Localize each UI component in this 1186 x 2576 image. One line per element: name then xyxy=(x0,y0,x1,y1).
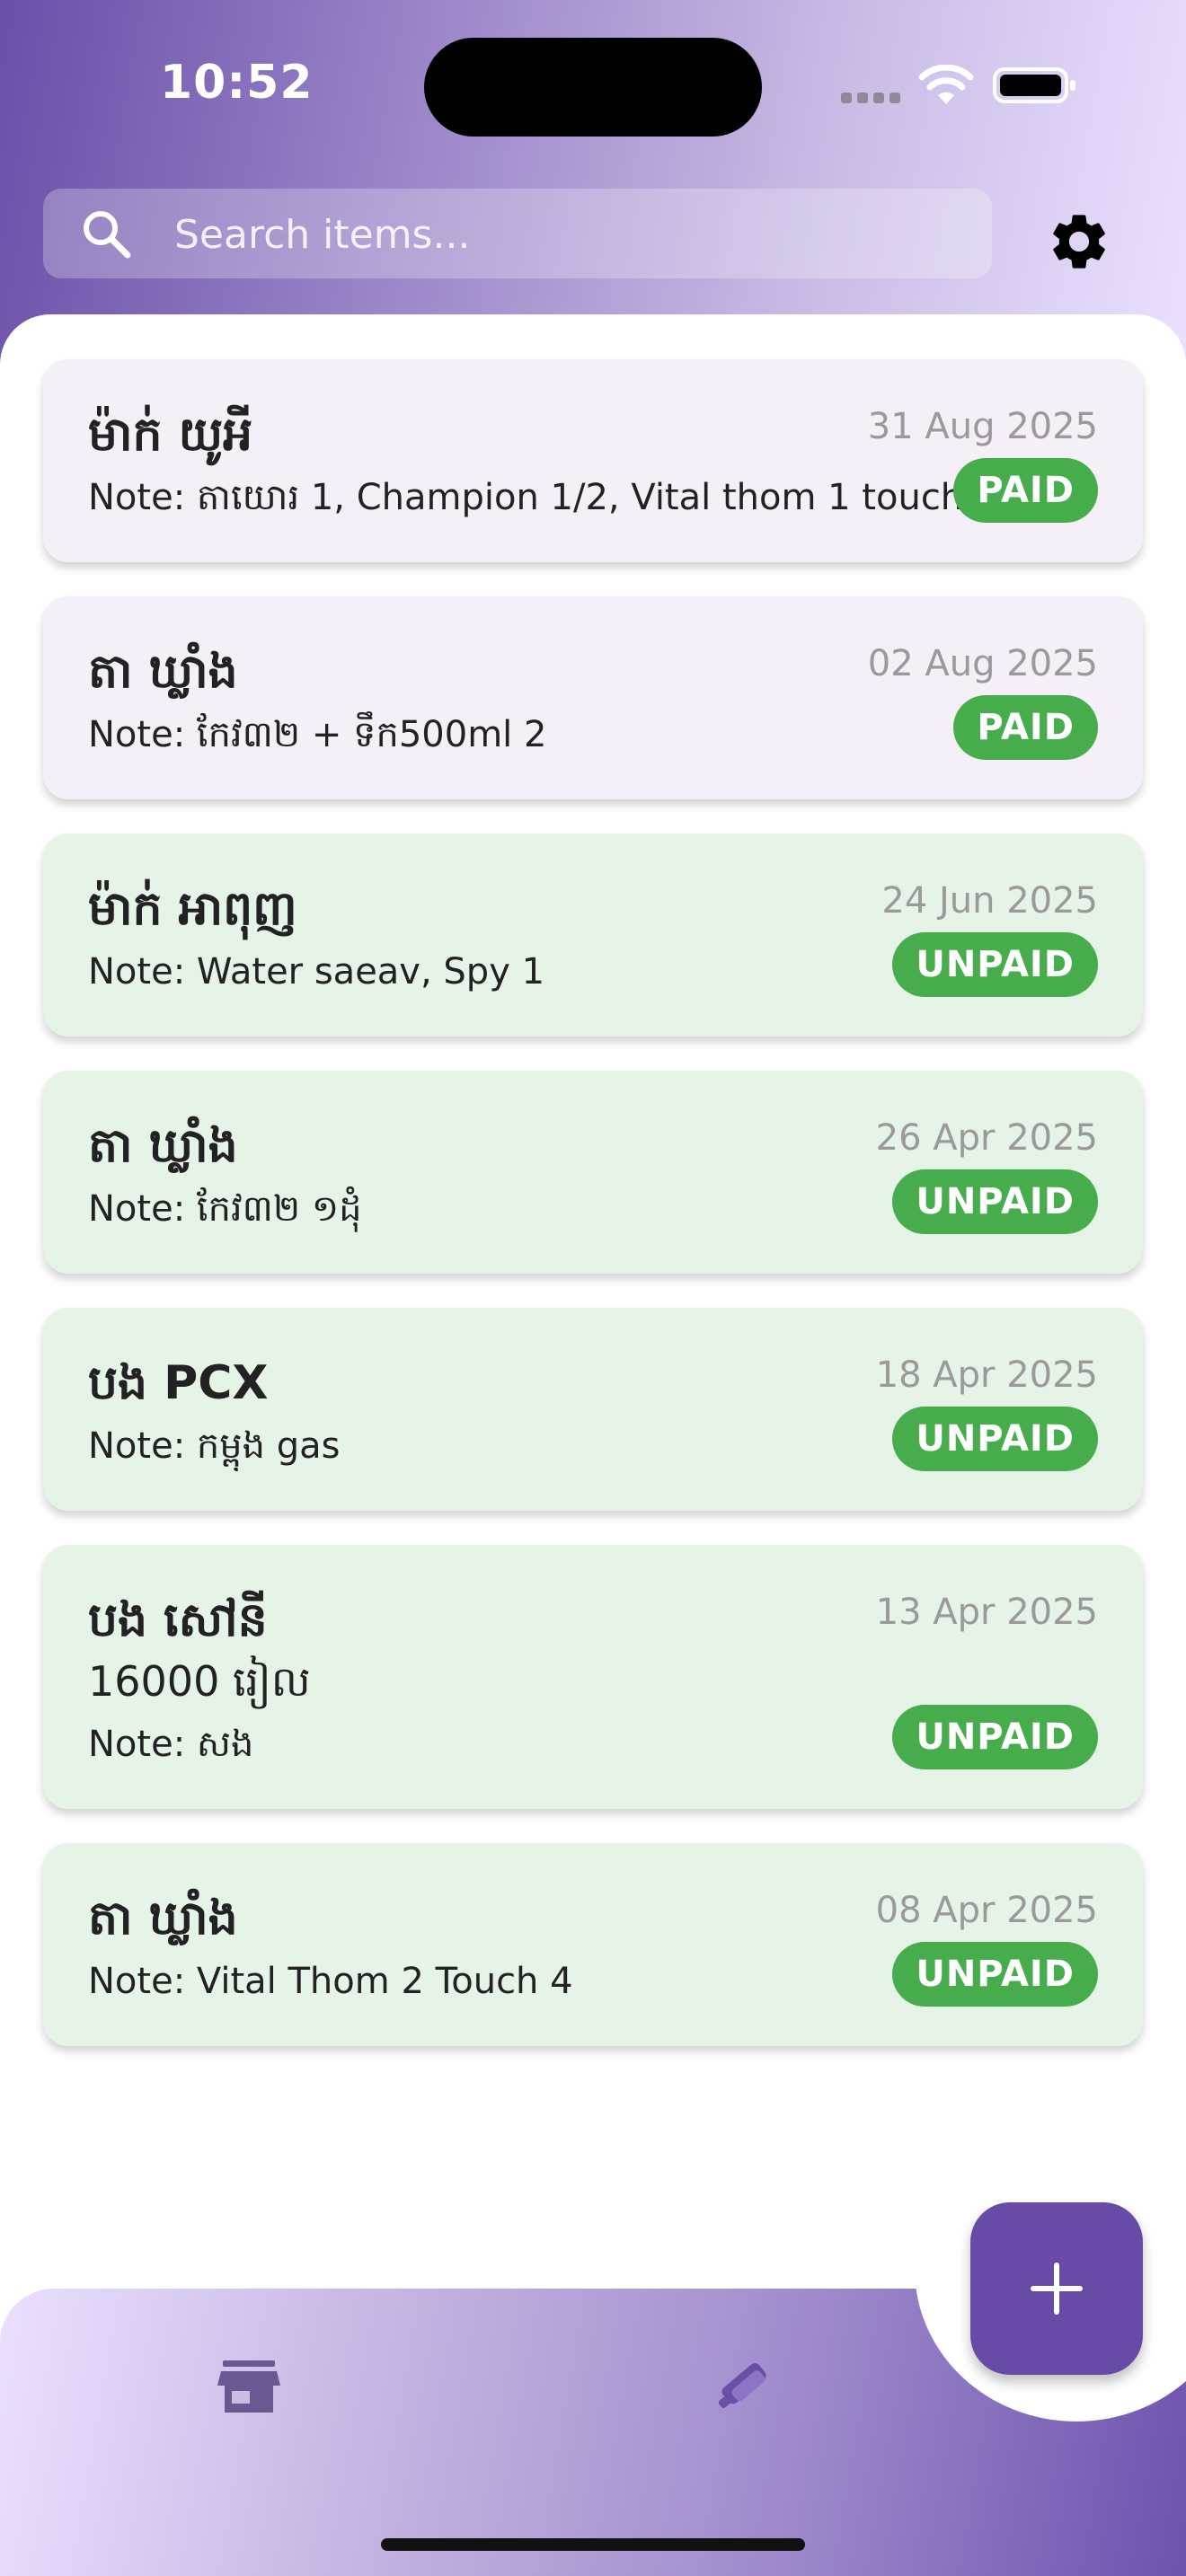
item-note: Note: Vital Thom 2 Touch 4 xyxy=(88,1961,573,2002)
status-badge: UNPAID xyxy=(892,932,1098,997)
list-item[interactable]: ម៉ាក់ អាពុញ Note: Water saeav, Spy 1 24 … xyxy=(43,834,1143,1037)
item-date: 13 Apr 2025 xyxy=(875,1592,1098,1633)
home-indicator xyxy=(381,2538,805,2551)
item-date: 02 Aug 2025 xyxy=(867,643,1098,684)
item-note: Note: Water saeav, Spy 1 xyxy=(88,951,545,992)
item-date: 08 Apr 2025 xyxy=(875,1890,1098,1931)
gear-icon[interactable] xyxy=(1046,208,1112,275)
list-item[interactable]: ម៉ាក់ យូអី Note: តាយោរ 1, Champion 1/2, … xyxy=(43,359,1143,562)
status-badge: UNPAID xyxy=(892,1942,1098,2007)
item-note: Note: កម្ពុង gas xyxy=(88,1425,341,1467)
item-date: 26 Apr 2025 xyxy=(875,1117,1098,1159)
wifi-icon xyxy=(918,65,974,104)
search-bar[interactable] xyxy=(43,189,992,280)
item-list: ម៉ាក់ យូអី Note: តាយោរ 1, Champion 1/2, … xyxy=(43,359,1143,2080)
status-badge: PAID xyxy=(953,695,1098,760)
item-note: Note: សង xyxy=(88,1724,254,1765)
cellular-signal-icon xyxy=(841,90,906,107)
list-item[interactable]: តា ឃ្លាំង Note: Vital Thom 2 Touch 4 08 … xyxy=(43,1843,1143,2046)
store-icon[interactable] xyxy=(217,2359,280,2414)
item-date: 24 Jun 2025 xyxy=(881,880,1098,922)
list-item[interactable]: បង PCX Note: កម្ពុង gas 18 Apr 2025 UNPA… xyxy=(43,1308,1143,1511)
list-item[interactable]: តា ឃ្លាំង Note: កែវ៣២ + ទឹក500ml 2 02 Au… xyxy=(43,596,1143,799)
item-note: Note: កែវ៣២ + ទឹក500ml 2 xyxy=(88,714,547,755)
status-time: 10:52 xyxy=(160,56,314,110)
item-date: 18 Apr 2025 xyxy=(875,1354,1098,1396)
status-badge: UNPAID xyxy=(892,1407,1098,1471)
list-item[interactable]: តា ឃ្លាំង Note: កែវ៣២ ១ដុំ 26 Apr 2025 U… xyxy=(43,1071,1143,1274)
handshake-icon[interactable] xyxy=(710,2353,782,2418)
add-item-button[interactable] xyxy=(970,2202,1143,2375)
status-badge: UNPAID xyxy=(892,1705,1098,1769)
battery-icon xyxy=(993,67,1075,103)
status-badge: PAID xyxy=(953,458,1098,523)
plus-icon xyxy=(1031,2263,1083,2315)
item-note: Note: កែវ៣២ ១ដុំ xyxy=(88,1188,362,1230)
status-bar: 10:52 xyxy=(0,0,1186,171)
item-note: Note: តាយោរ 1, Champion 1/2, Vital thom … xyxy=(88,477,964,518)
dynamic-island xyxy=(424,38,762,137)
item-date: 31 Aug 2025 xyxy=(867,406,1098,447)
status-badge: UNPAID xyxy=(892,1169,1098,1234)
search-input[interactable] xyxy=(173,189,967,280)
item-amount: 16000 រៀល xyxy=(88,1657,311,1706)
search-icon xyxy=(84,211,131,259)
list-item[interactable]: បង សៅនី 16000 រៀល Note: សង 13 Apr 2025 U… xyxy=(43,1545,1143,1809)
